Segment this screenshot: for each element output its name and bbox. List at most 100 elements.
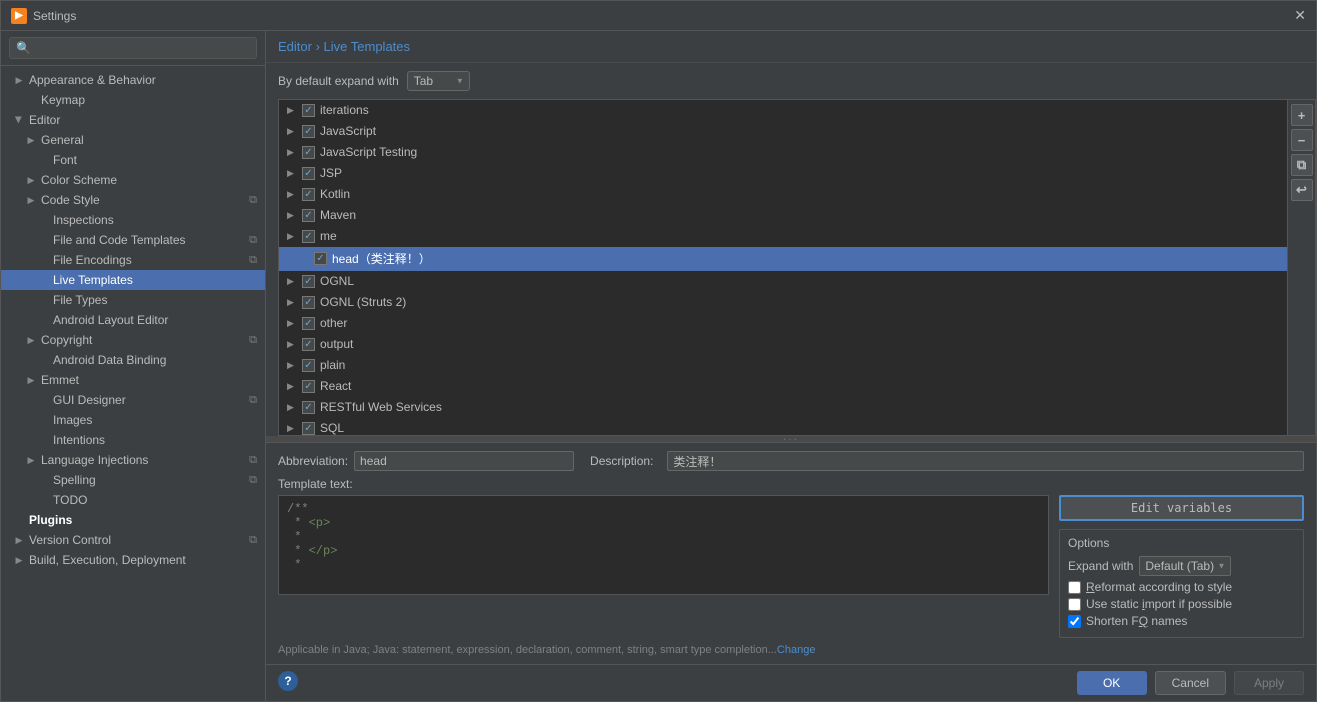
sidebar-item-fileencodings[interactable]: File Encodings ⧉	[1, 250, 265, 270]
cancel-button[interactable]: Cancel	[1155, 671, 1226, 695]
sidebar-item-inspections[interactable]: Inspections	[1, 210, 265, 230]
sidebar-item-font[interactable]: Font	[1, 150, 265, 170]
remove-template-button[interactable]: −	[1291, 129, 1313, 151]
list-item[interactable]: ▶ JavaScript Testing	[279, 142, 1287, 163]
checkbox-icon[interactable]	[302, 209, 315, 222]
revert-template-button[interactable]: ↩	[1291, 179, 1313, 201]
expand-arrow-icon: ▶	[287, 423, 299, 434]
sidebar-item-androidlayouteditor[interactable]: Android Layout Editor	[1, 310, 265, 330]
sidebar-item-guidesigner[interactable]: GUI Designer ⧉	[1, 390, 265, 410]
expand-arrow-icon: ▶	[287, 339, 299, 350]
templates-list: ▶ iterations ▶ JavaScript ▶ JavaScr	[278, 99, 1288, 436]
checkbox-icon[interactable]	[302, 422, 315, 435]
checkbox-icon[interactable]	[302, 230, 315, 243]
sidebar-item-filetypes[interactable]: File Types	[1, 290, 265, 310]
checkbox-icon[interactable]	[302, 125, 315, 138]
checkbox-icon[interactable]	[302, 401, 315, 414]
search-input[interactable]	[9, 37, 257, 59]
checkbox-icon[interactable]	[314, 252, 327, 265]
list-item[interactable]: ▶ JSP	[279, 163, 1287, 184]
breadcrumb-editor: Editor	[278, 39, 312, 54]
sidebar-item-build[interactable]: ▶ Build, Execution, Deployment	[1, 550, 265, 570]
sidebar-item-versioncontrol[interactable]: ▶ Version Control ⧉	[1, 530, 265, 550]
expand-with-select[interactable]: Tab Space Enter	[407, 71, 470, 91]
list-item[interactable]: ▶ OGNL (Struts 2)	[279, 292, 1287, 313]
applicable-text: Applicable in Java; Java: statement, exp…	[278, 644, 777, 656]
options-group: Options Expand with Default (Tab) Tab Sp…	[1059, 529, 1304, 638]
list-item[interactable]: ▶ RESTful Web Services	[279, 397, 1287, 418]
checkbox-icon[interactable]	[302, 188, 315, 201]
static-import-checkbox[interactable]	[1068, 598, 1081, 611]
checkbox-icon[interactable]	[302, 146, 315, 159]
reformat-checkbox[interactable]	[1068, 581, 1081, 594]
sidebar-item-intentions[interactable]: Intentions	[1, 430, 265, 450]
templates-area: ▶ iterations ▶ JavaScript ▶ JavaScr	[266, 99, 1316, 436]
sidebar-item-editor[interactable]: ▶ Editor	[1, 110, 265, 130]
checkbox-icon[interactable]	[302, 338, 315, 351]
sidebar-item-emmet[interactable]: ▶ Emmet	[1, 370, 265, 390]
list-item[interactable]: ▶ Maven	[279, 205, 1287, 226]
edit-variables-button[interactable]: Edit variables	[1059, 495, 1304, 521]
options-expand-select[interactable]: Default (Tab) Tab Space Enter	[1139, 556, 1231, 576]
checkbox-icon[interactable]	[302, 380, 315, 393]
applicable-line: Applicable in Java; Java: statement, exp…	[278, 644, 1304, 656]
close-button[interactable]: ✕	[1294, 7, 1306, 24]
static-import-label: Use static import if possible	[1086, 597, 1232, 611]
description-input[interactable]	[667, 451, 1304, 471]
list-item[interactable]: head（类注释！）	[279, 247, 1287, 271]
options-panel: Edit variables Options Expand with Defau…	[1059, 495, 1304, 638]
template-item-label: head（类注释！）	[332, 250, 431, 267]
list-item[interactable]: ▶ OGNL	[279, 271, 1287, 292]
copy-icon: ⧉	[249, 234, 257, 247]
sidebar-item-androiddatabinding[interactable]: Android Data Binding	[1, 350, 265, 370]
sidebar-item-general[interactable]: ▶ General	[1, 130, 265, 150]
checkbox-icon[interactable]	[302, 359, 315, 372]
sidebar-item-label: Emmet	[41, 373, 79, 387]
sidebar-item-livetemplates[interactable]: Live Templates	[1, 270, 265, 290]
list-item[interactable]: ▶ iterations	[279, 100, 1287, 121]
expand-arrow-icon: ▶	[287, 210, 299, 221]
sidebar-item-spelling[interactable]: Spelling ⧉	[1, 470, 265, 490]
arrow-icon: ▶	[25, 194, 37, 206]
sidebar-item-languageinjections[interactable]: ▶ Language Injections ⧉	[1, 450, 265, 470]
help-button[interactable]: ?	[278, 671, 298, 691]
ok-button[interactable]: OK	[1077, 671, 1147, 695]
sidebar-item-images[interactable]: Images	[1, 410, 265, 430]
checkbox-icon[interactable]	[302, 317, 315, 330]
template-group-label: JavaScript	[320, 124, 376, 138]
sidebar-item-appearance[interactable]: ▶ Appearance & Behavior	[1, 70, 265, 90]
sidebar-item-label: GUI Designer	[53, 393, 126, 407]
sidebar-item-filecodetemplates[interactable]: File and Code Templates ⧉	[1, 230, 265, 250]
arrow-icon	[37, 154, 49, 166]
checkbox-icon[interactable]	[302, 167, 315, 180]
list-item[interactable]: ▶ me	[279, 226, 1287, 247]
list-item[interactable]: ▶ JavaScript	[279, 121, 1287, 142]
change-link[interactable]: Change	[777, 644, 816, 656]
sidebar-item-copyright[interactable]: ▶ Copyright ⧉	[1, 330, 265, 350]
list-item[interactable]: ▶ plain	[279, 355, 1287, 376]
list-item[interactable]: ▶ output	[279, 334, 1287, 355]
template-code-editor[interactable]: /** * <p> * * </p> *	[278, 495, 1049, 595]
list-item[interactable]: ▶ other	[279, 313, 1287, 334]
arrow-icon: ▶	[25, 334, 37, 346]
template-group-label: JavaScript Testing	[320, 145, 417, 159]
sidebar-item-colorscheme[interactable]: ▶ Color Scheme	[1, 170, 265, 190]
sidebar-item-todo[interactable]: TODO	[1, 490, 265, 510]
apply-button[interactable]: Apply	[1234, 671, 1304, 695]
sidebar-item-codestyle[interactable]: ▶ Code Style ⧉	[1, 190, 265, 210]
copy-icon: ⧉	[249, 334, 257, 347]
arrow-icon: ▶	[25, 174, 37, 186]
shorten-fq-checkbox[interactable]	[1068, 615, 1081, 628]
add-template-button[interactable]: +	[1291, 104, 1313, 126]
sidebar-item-label: Code Style	[41, 193, 100, 207]
sidebar-item-keymap[interactable]: Keymap	[1, 90, 265, 110]
list-item[interactable]: ▶ Kotlin	[279, 184, 1287, 205]
abbreviation-input[interactable]	[354, 451, 574, 471]
list-item[interactable]: ▶ React	[279, 376, 1287, 397]
copy-template-button[interactable]: ⧉	[1291, 154, 1313, 176]
checkbox-icon[interactable]	[302, 275, 315, 288]
checkbox-icon[interactable]	[302, 104, 315, 117]
sidebar-item-plugins[interactable]: Plugins	[1, 510, 265, 530]
checkbox-icon[interactable]	[302, 296, 315, 309]
dialog-buttons: ? OK Cancel Apply	[266, 664, 1316, 701]
